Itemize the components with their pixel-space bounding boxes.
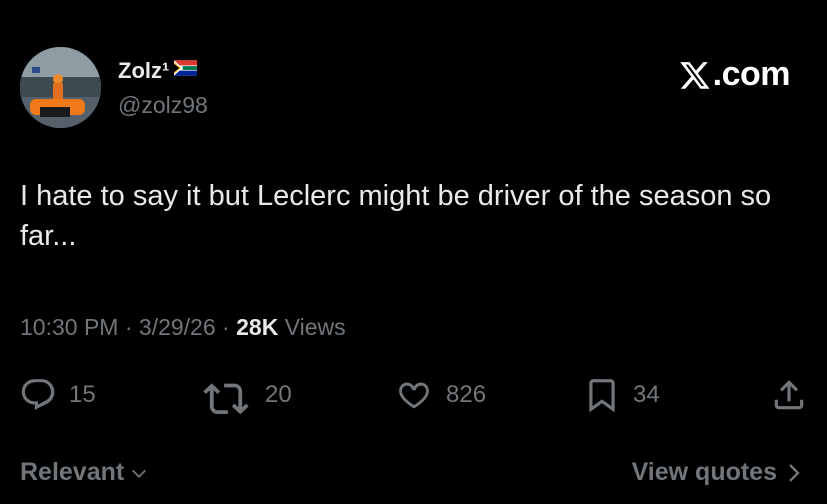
meta-separator: · [118, 314, 139, 340]
author-handle[interactable]: @zolz98 [118, 92, 208, 119]
tweet-date[interactable]: 3/29/26 [139, 314, 216, 340]
sort-label: Relevant [20, 458, 125, 486]
reply-count: 15 [69, 381, 96, 408]
like-count: 826 [446, 381, 487, 408]
tweet-text: I hate to say it but Leclerc might be dr… [20, 180, 772, 252]
meta-separator: · [215, 314, 237, 340]
author-name-row[interactable]: Zolz¹ [118, 58, 198, 84]
bookmark-button[interactable]: 34 [583, 376, 660, 414]
sort-dropdown[interactable]: Relevant [20, 458, 148, 487]
x-logo-icon [679, 61, 710, 89]
repost-icon [203, 383, 249, 414]
heart-icon [399, 382, 429, 409]
avatar-photo [20, 47, 101, 128]
reply-button[interactable]: 15 [19, 376, 96, 414]
like-button[interactable]: 826 [394, 376, 486, 414]
views-label: Views [278, 314, 346, 340]
view-quotes-link[interactable]: View quotes [632, 458, 801, 487]
view-quotes-label: View quotes [631, 458, 777, 486]
tweet-meta: 10:30 PM · 3/29/26 · 28K Views [20, 314, 346, 341]
chevron-down-icon [132, 469, 147, 478]
share-icon [774, 380, 804, 410]
repost-count: 20 [265, 381, 292, 408]
bookmark-icon [589, 379, 615, 413]
south-africa-flag-icon [174, 60, 198, 76]
action-bar: 15 20 826 34 [0, 376, 827, 416]
chevron-right-icon [789, 463, 800, 482]
author-name[interactable]: Zolz¹ [118, 58, 169, 84]
share-button[interactable] [770, 376, 808, 414]
repost-button[interactable]: 20 [199, 376, 292, 414]
bookmark-count: 34 [633, 381, 660, 408]
tweet-time[interactable]: 10:30 PM [20, 314, 118, 340]
avatar[interactable] [20, 47, 101, 128]
views-count: 28K [236, 314, 279, 340]
reply-icon [21, 379, 55, 411]
brand-label: .com [712, 55, 791, 93]
x-com-brand: .com [678, 55, 791, 94]
